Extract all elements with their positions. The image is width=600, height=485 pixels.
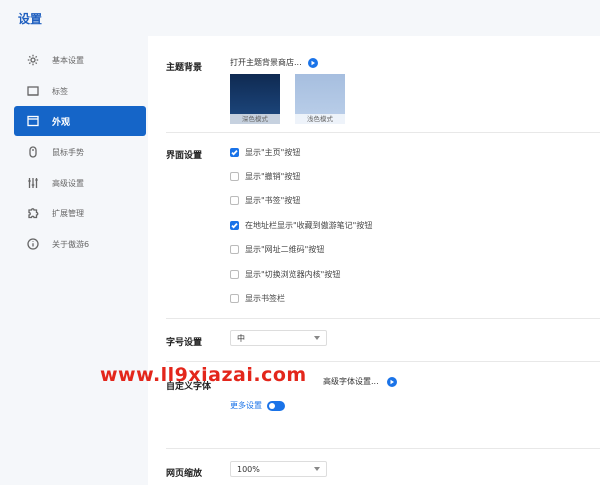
font-size-select[interactable]: 中 <box>230 330 327 346</box>
watermark-text: www.ll9xiazai.com <box>100 364 307 386</box>
option-label: 显示"网址二维码"按钮 <box>245 245 325 254</box>
checkbox-unchecked[interactable] <box>230 270 239 279</box>
theme-section-label: 主题背景 <box>166 63 203 73</box>
light-theme-thumbnail[interactable]: 浅色模式 <box>295 74 345 124</box>
sidebar: 基本设置 标签 外观 鼠标手势 高级设置 扩展管理 关于傲游6 <box>0 36 148 485</box>
option-qr-code-button[interactable]: 显示"网址二维码"按钮 <box>230 244 324 255</box>
option-save-to-notes-button[interactable]: 在地址栏显示"收藏到傲游笔记"按钮 <box>230 220 372 231</box>
window-icon <box>26 114 40 128</box>
option-label: 显示"书签"按钮 <box>245 196 301 205</box>
font-size-section-label: 字号设置 <box>166 338 203 348</box>
font-size-value: 中 <box>237 333 245 343</box>
checkbox-checked[interactable] <box>230 221 239 230</box>
sidebar-item-tabs[interactable]: 标签 <box>14 76 146 106</box>
sidebar-item-mouse-gestures[interactable]: 鼠标手势 <box>14 137 146 167</box>
zoom-value: 100% <box>237 464 260 474</box>
sidebar-item-label: 标签 <box>52 86 68 96</box>
dark-theme-caption: 深色模式 <box>230 114 280 124</box>
checkbox-checked[interactable] <box>230 148 239 157</box>
mouse-icon <box>26 145 40 159</box>
sidebar-item-advanced-settings[interactable]: 高级设置 <box>14 168 146 198</box>
interface-section-label: 界面设置 <box>166 151 203 161</box>
section-divider <box>166 318 600 319</box>
sidebar-item-label: 关于傲游6 <box>52 239 90 249</box>
advanced-font-settings-link[interactable]: 高级字体设置... <box>323 376 397 387</box>
title-bar: 设置 <box>0 0 600 36</box>
puzzle-icon <box>26 206 40 220</box>
option-bookmarks-bar[interactable]: 显示书签栏 <box>230 293 285 304</box>
dark-theme-thumbnail[interactable]: 深色模式 <box>230 74 280 124</box>
chevron-down-icon <box>314 336 320 340</box>
sidebar-item-basic-settings[interactable]: 基本设置 <box>14 45 146 75</box>
window-title: 设置 <box>18 12 43 26</box>
sidebar-item-label: 外观 <box>52 117 71 128</box>
checkbox-unchecked[interactable] <box>230 294 239 303</box>
open-theme-store-link[interactable]: 打开主题背景商店... <box>230 57 318 68</box>
sidebar-item-label: 扩展管理 <box>52 208 84 218</box>
light-theme-caption: 浅色模式 <box>295 114 345 124</box>
tab-icon <box>26 84 40 98</box>
option-label: 显示书签栏 <box>245 294 285 303</box>
option-label: 显示"撤销"按钮 <box>245 172 301 181</box>
zoom-select[interactable]: 100% <box>230 461 327 477</box>
more-settings-text: 更多设置 <box>230 401 262 410</box>
gear-icon <box>26 53 40 67</box>
toggle-switch[interactable] <box>267 400 285 411</box>
sidebar-item-extensions[interactable]: 扩展管理 <box>14 198 146 228</box>
more-settings-toggle[interactable]: 更多设置 <box>230 400 285 411</box>
section-divider <box>166 448 600 449</box>
checkbox-unchecked[interactable] <box>230 172 239 181</box>
sidebar-item-label: 高级设置 <box>52 178 84 188</box>
option-label: 显示"主页"按钮 <box>245 148 301 157</box>
sidebar-item-about[interactable]: 关于傲游6 <box>14 229 146 259</box>
open-theme-store-text: 打开主题背景商店... <box>230 58 302 67</box>
option-switch-engine-button[interactable]: 显示"切换浏览器内核"按钮 <box>230 269 340 280</box>
advanced-font-settings-text: 高级字体设置... <box>323 377 379 386</box>
checkbox-unchecked[interactable] <box>230 245 239 254</box>
zoom-section-label: 网页缩放 <box>166 469 203 479</box>
sidebar-item-label: 基本设置 <box>52 55 84 65</box>
settings-panel: 主题背景 打开主题背景商店... 深色模式 浅色模式 界面设置 显示"主页"按钮… <box>148 36 600 485</box>
info-icon <box>26 237 40 251</box>
option-bookmark-button[interactable]: 显示"书签"按钮 <box>230 195 300 206</box>
play-icon[interactable] <box>386 376 397 387</box>
play-icon[interactable] <box>307 57 318 68</box>
sidebar-item-appearance[interactable]: 外观 <box>14 106 146 136</box>
option-undo-button[interactable]: 显示"撤销"按钮 <box>230 171 300 182</box>
option-label: 显示"切换浏览器内核"按钮 <box>245 270 341 279</box>
option-label: 在地址栏显示"收藏到傲游笔记"按钮 <box>245 221 373 230</box>
chevron-down-icon <box>314 467 320 471</box>
checkbox-unchecked[interactable] <box>230 196 239 205</box>
sliders-icon <box>26 176 40 190</box>
section-divider <box>166 132 600 133</box>
sidebar-item-label: 鼠标手势 <box>52 147 84 157</box>
option-home-button[interactable]: 显示"主页"按钮 <box>230 147 300 158</box>
section-divider <box>166 361 600 362</box>
